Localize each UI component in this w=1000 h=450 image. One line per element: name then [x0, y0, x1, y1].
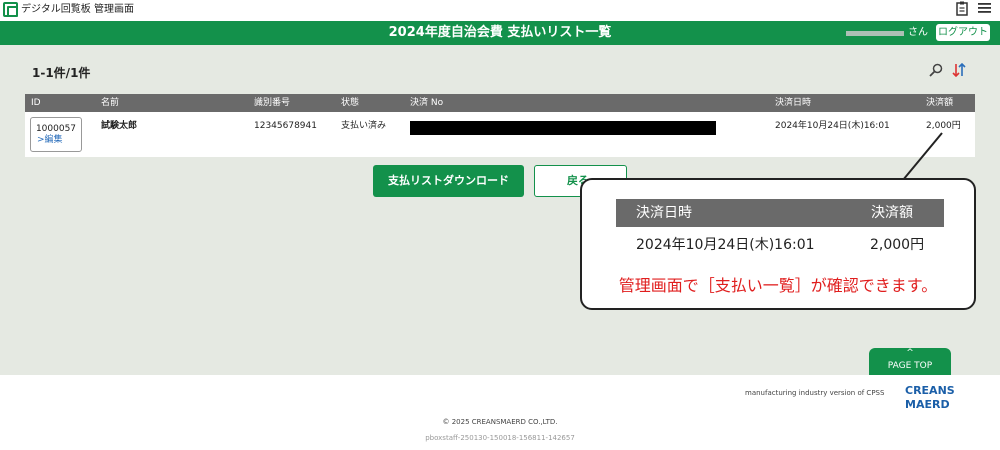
row-name: 試験太郎 [101, 121, 138, 131]
result-count: 1-1件/1件 [32, 66, 91, 80]
row-datetime: 2024年10月24日(木)16:01 [775, 121, 890, 131]
payment-table: ID 名前 識別番号 状態 決済 No 決済日時 決済額 1000057 >編集… [25, 94, 975, 157]
page-top-button[interactable]: ^ PAGE TOP [869, 348, 951, 375]
column-header-identifier: 識別番号 [254, 98, 291, 108]
footer-brand-text: manufacturing industry version of CPSS [745, 389, 885, 397]
callout-box: 決済日時 決済額 2024年10月24日(木)16:01 2,000円 管理画面… [580, 178, 976, 310]
row-amount: 2,000円 [926, 121, 961, 131]
callout-datetime: 2024年10月24日(木)16:01 [636, 237, 815, 253]
download-list-button[interactable]: 支払リストダウンロード [373, 165, 524, 197]
callout-header-amount: 決済額 [871, 205, 913, 221]
table-row: 1000057 >編集 試験太郎 12345678941 支払い済み 2024年… [25, 112, 975, 157]
app-logo-icon [3, 2, 18, 17]
column-header-amount: 決済額 [926, 98, 954, 108]
row-identifier: 12345678941 [254, 121, 317, 131]
callout-header-datetime: 決済日時 [636, 205, 692, 221]
menu-icon[interactable] [978, 1, 991, 19]
page-top-label: PAGE TOP [887, 361, 933, 371]
footer-logo: CREANS MAERD [905, 384, 955, 411]
row-status: 支払い済み [341, 121, 387, 131]
clipboard-icon[interactable] [956, 1, 968, 21]
column-header-payment-no: 決済 No [410, 98, 444, 108]
page-header: 2024年度自治会費 支払いリスト一覧 さん ログアウト [0, 21, 1000, 45]
column-header-id: ID [31, 98, 41, 108]
user-suffix: さん [908, 27, 928, 38]
row-id-button[interactable]: 1000057 >編集 [30, 117, 82, 152]
menu-icon-svg [978, 3, 991, 13]
user-name-redacted [846, 31, 904, 36]
sort-icon[interactable] [952, 62, 966, 82]
logout-button[interactable]: ログアウト [936, 24, 990, 41]
callout-amount: 2,000円 [870, 237, 925, 253]
clipboard-icon-svg [956, 1, 968, 16]
callout-note: 管理画面で［支払い一覧］が確認できます。 [618, 276, 938, 295]
copyright: © 2025 CREANSMAERD CO.,LTD. [442, 418, 558, 426]
row-payment-no-redacted [410, 121, 716, 135]
sort-icon-svg [952, 62, 966, 78]
search-icon-svg [929, 63, 943, 77]
column-header-name: 名前 [101, 98, 120, 108]
top-bar: デジタル回覧板 管理画面 [0, 0, 1000, 21]
app-title: デジタル回覧板 管理画面 [21, 4, 134, 15]
table-header: ID 名前 識別番号 状態 決済 No 決済日時 決済額 [25, 94, 975, 112]
column-header-datetime: 決済日時 [775, 98, 812, 108]
callout-header: 決済日時 決済額 [616, 199, 944, 227]
chevron-up-icon: ^ [906, 348, 914, 358]
build-id: pboxstaff-250130-150018-156811-142657 [425, 434, 575, 442]
row-edit-link[interactable]: >編集 [37, 135, 63, 146]
search-icon[interactable] [929, 63, 943, 82]
column-header-status: 状態 [341, 98, 360, 108]
row-id: 1000057 [35, 124, 77, 134]
